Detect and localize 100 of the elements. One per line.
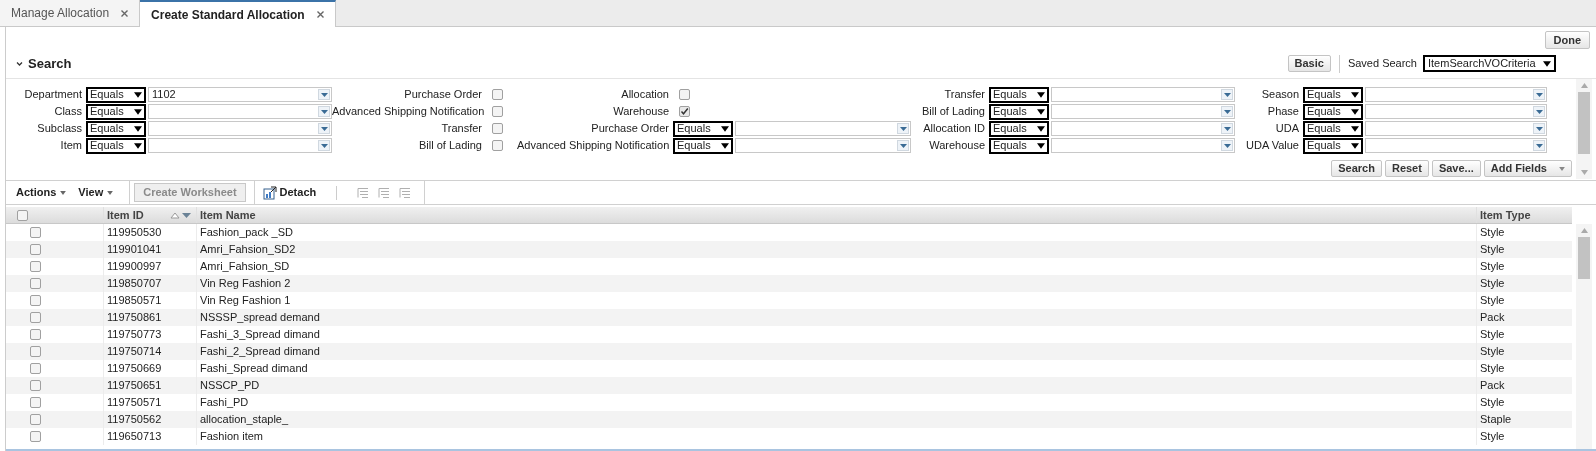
field-label: Bill of Lading xyxy=(418,138,482,154)
checkbox[interactable] xyxy=(30,346,41,357)
dropdown-icon[interactable] xyxy=(1221,89,1233,100)
close-icon[interactable] xyxy=(121,9,129,17)
field-label: Season xyxy=(1260,87,1299,103)
dropdown-icon[interactable] xyxy=(1533,140,1545,151)
close-icon[interactable] xyxy=(316,11,324,18)
search-action-button[interactable]: Reset xyxy=(1384,160,1429,177)
combo-field[interactable]: 1102 xyxy=(148,87,332,102)
combo-field[interactable] xyxy=(148,138,332,153)
menu-button[interactable]: Actions xyxy=(16,184,57,201)
checkbox[interactable] xyxy=(679,106,690,117)
scrollbar-thumb[interactable] xyxy=(1578,92,1590,154)
sort-icon[interactable] xyxy=(170,211,192,219)
checkbox[interactable] xyxy=(30,414,41,425)
tab-label: Create Standard Allocation xyxy=(151,6,305,24)
checkbox[interactable] xyxy=(30,295,41,306)
operator-select[interactable]: Equals xyxy=(86,120,146,137)
checkbox[interactable] xyxy=(492,89,503,100)
operator-select[interactable]: Equals xyxy=(673,137,733,154)
dropdown-icon[interactable] xyxy=(318,140,330,151)
dropdown-icon[interactable] xyxy=(897,123,909,134)
detach-icon[interactable] xyxy=(262,185,277,200)
dropdown-icon[interactable] xyxy=(318,89,330,100)
dropdown-icon[interactable] xyxy=(1533,123,1545,134)
tab[interactable]: Create Standard Allocation xyxy=(140,0,336,27)
field-label: Phase xyxy=(1266,104,1299,120)
combo-field[interactable] xyxy=(148,104,332,119)
caret-icon xyxy=(1037,142,1045,149)
combo-field[interactable] xyxy=(148,121,332,136)
arrow-up-icon[interactable] xyxy=(1580,83,1588,88)
dropdown-icon[interactable] xyxy=(1221,140,1233,151)
dropdown-icon[interactable] xyxy=(318,123,330,134)
checkbox[interactable] xyxy=(679,89,690,100)
field-label: UDA Value xyxy=(1245,138,1299,154)
operator-select[interactable]: Equals xyxy=(673,120,733,137)
combo-field[interactable] xyxy=(1365,138,1547,153)
scrollbar-thumb[interactable] xyxy=(1578,237,1590,279)
field-label: Allocation ID xyxy=(922,121,985,137)
checkbox[interactable] xyxy=(492,106,503,117)
column-header[interactable]: Item ID xyxy=(103,206,196,224)
detach-button[interactable]: Detach xyxy=(279,184,317,201)
caret-icon xyxy=(1351,108,1359,115)
done-button[interactable]: Done xyxy=(1544,31,1590,49)
checkbox[interactable] xyxy=(492,123,503,134)
checkbox[interactable] xyxy=(17,209,28,221)
combo-field[interactable] xyxy=(1365,87,1547,102)
checkbox[interactable] xyxy=(30,244,41,255)
chevron-icon[interactable] xyxy=(16,60,23,67)
checkbox[interactable] xyxy=(30,227,41,238)
operator-select[interactable]: Equals xyxy=(1303,103,1363,120)
column-header[interactable]: Item Type xyxy=(1476,206,1572,224)
checkbox[interactable] xyxy=(30,261,41,272)
field-label: Allocation xyxy=(620,87,669,103)
saved-search-select[interactable]: ItemSearchVOCriteria xyxy=(1423,55,1556,72)
checkbox[interactable] xyxy=(30,397,41,408)
dropdown-icon[interactable] xyxy=(897,140,909,151)
combo-field[interactable] xyxy=(1365,104,1547,119)
operator-select[interactable]: Equals xyxy=(1303,120,1363,137)
field-label: Warehouse xyxy=(928,138,985,154)
operator-select[interactable]: Equals xyxy=(1303,86,1363,103)
scrollbar[interactable] xyxy=(1576,224,1592,449)
combo-field[interactable] xyxy=(1051,121,1235,136)
operator-select[interactable]: Equals xyxy=(1303,137,1363,154)
checkbox[interactable] xyxy=(30,312,41,323)
operator-select[interactable]: Equals xyxy=(989,137,1049,154)
menu-button[interactable]: View xyxy=(78,184,104,201)
dropdown-icon[interactable] xyxy=(1221,106,1233,117)
operator-select[interactable]: Equals xyxy=(989,120,1049,137)
scrollbar[interactable] xyxy=(1576,79,1592,179)
operator-select[interactable]: Equals xyxy=(989,86,1049,103)
dropdown-icon[interactable] xyxy=(1533,106,1545,117)
combo-field[interactable] xyxy=(735,121,911,136)
dropdown-icon[interactable] xyxy=(318,106,330,117)
checkbox[interactable] xyxy=(30,278,41,289)
basic-button[interactable]: Basic xyxy=(1287,55,1331,72)
add-fields-button[interactable]: Add Fields xyxy=(1483,160,1572,177)
dropdown-icon[interactable] xyxy=(1221,123,1233,134)
arrow-up-icon[interactable] xyxy=(1580,228,1588,233)
checkbox[interactable] xyxy=(492,140,503,151)
checkbox[interactable] xyxy=(30,363,41,374)
tab[interactable]: Manage Allocation xyxy=(0,0,141,26)
combo-field[interactable] xyxy=(1365,121,1547,136)
operator-select[interactable]: Equals xyxy=(86,137,146,154)
operator-select[interactable]: Equals xyxy=(86,86,146,103)
search-action-button[interactable]: Search xyxy=(1331,160,1382,177)
field-label: Purchase Order xyxy=(590,121,669,137)
table-cell: 119650713 xyxy=(103,428,196,445)
checkbox[interactable] xyxy=(30,329,41,340)
combo-field[interactable] xyxy=(1051,104,1235,119)
column-header[interactable]: Item Name xyxy=(196,206,1476,224)
search-action-button[interactable]: Save... xyxy=(1431,160,1481,177)
combo-field[interactable] xyxy=(735,138,911,153)
operator-select[interactable]: Equals xyxy=(86,103,146,120)
combo-field[interactable] xyxy=(1051,87,1235,102)
checkbox[interactable] xyxy=(30,380,41,391)
dropdown-icon[interactable] xyxy=(1533,89,1545,100)
operator-select[interactable]: Equals xyxy=(989,103,1049,120)
checkbox[interactable] xyxy=(30,431,41,442)
combo-field[interactable] xyxy=(1051,138,1235,153)
